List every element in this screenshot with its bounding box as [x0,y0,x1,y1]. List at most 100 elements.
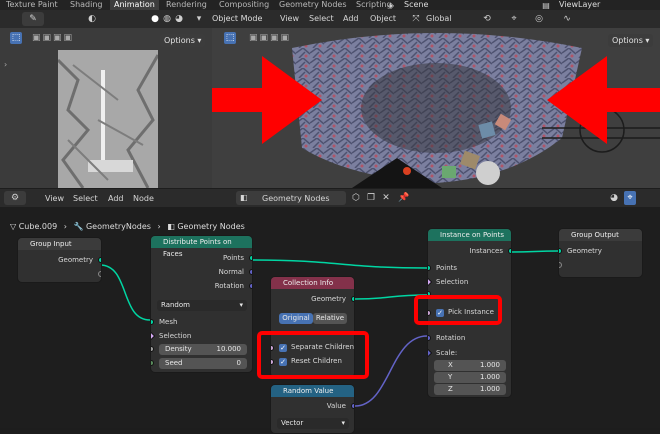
y-value: 1.000 [479,373,500,381]
falloff-icon[interactable]: ∿ [560,12,574,26]
geometry-input-socket[interactable] [559,248,562,254]
node-canvas[interactable]: ▽ Cube.009 › 🔧 GeometryNodes › ◧ Geometr… [0,207,660,434]
socket-label: Geometry [58,256,93,264]
3d-viewport[interactable]: ⬚ ▣▣▣▣ Options ▾ [212,28,660,188]
node-menu-select[interactable]: Select [73,194,98,203]
z-value: 1.000 [479,385,500,393]
node-tree-name: Geometry Nodes [262,194,330,203]
select-tool-icon[interactable]: ⬚ [10,32,22,44]
select-mode-icons[interactable]: ▣▣▣▣ [28,32,78,44]
tab-geometry-nodes[interactable]: Geometry Nodes [275,0,350,10]
chevron-right-icon[interactable]: › [4,60,10,70]
socket-label: Normal [218,268,244,276]
options-button[interactable]: Options ▾ [160,34,206,47]
shading-rendered-icon[interactable]: ◕ [174,12,184,26]
tab-shading[interactable]: Shading [66,0,107,10]
menu-object[interactable]: Object [370,14,396,23]
normal-socket[interactable] [249,269,252,275]
socket-label: Rotation [214,282,244,290]
pivot-icon[interactable]: ⟲ [480,12,494,26]
viewport-options-button[interactable]: Options ▾ [608,34,654,47]
node-menu-node[interactable]: Node [133,194,154,203]
selection-input-socket[interactable] [428,277,433,287]
node-distribute-points[interactable]: Distribute Points on Faces Points Normal… [150,235,253,373]
density-field[interactable]: Density 10.000 [159,344,247,355]
snap-toggle-icon[interactable]: ⌖ [624,191,636,205]
select-box-icon[interactable]: ⬚ [224,32,236,44]
socket-label: Geometry [311,295,346,303]
seed-field[interactable]: Seed 0 [159,358,247,369]
menu-view[interactable]: View [280,14,299,23]
node-group-output[interactable]: Group Output Geometry [558,228,643,278]
empty-input-socket[interactable] [559,262,562,268]
geometry-output-socket[interactable] [351,296,354,302]
x-label: X [448,361,453,369]
pin-icon[interactable]: 📌 [398,191,410,205]
z-label: Z [448,385,453,393]
view-layer-selector[interactable]: ViewLayer [555,0,604,10]
socket-label: Value [326,402,346,410]
node-header: Group Output [559,229,642,241]
scale-x-field[interactable]: X 1.000 [434,360,506,371]
node-header: Collection Info [271,277,354,289]
density-socket[interactable] [151,346,154,352]
node-menu-view[interactable]: View [45,194,64,203]
mode-dropdown[interactable]: Random ▾ [157,300,247,311]
editor-type-icon[interactable]: ✎ [22,12,44,26]
tab-animation[interactable]: Animation [110,0,159,10]
menu-add[interactable]: Add [343,14,359,23]
rotation-socket[interactable] [249,283,252,289]
shading-wire-icon[interactable]: ● [150,12,160,26]
viewport-options-label: Options [612,36,643,45]
overlay-icon[interactable]: ◕ [608,191,620,205]
tab-rendering[interactable]: Rendering [162,0,211,10]
scale-input-socket[interactable] [428,348,433,358]
scale-y-field[interactable]: Y 1.000 [434,372,506,383]
transform-orientation-icon: ⤧ [412,14,420,24]
workspace-bar: Texture Paint Shading Animation Renderin… [0,0,660,10]
shading-solid-icon[interactable]: ◐ [85,12,99,26]
points-socket[interactable] [249,255,252,261]
node-title: Collection Info [283,279,334,287]
rotation-input-socket[interactable] [428,335,431,341]
selection-socket[interactable] [151,331,156,341]
snap-icon[interactable]: ⌖ [507,12,521,26]
scene-selector[interactable]: Scene [400,0,432,10]
seed-socket[interactable] [151,360,154,366]
left-viewport[interactable]: ⬚ ▣▣▣▣ Options ▾ [0,28,212,189]
value-socket[interactable] [351,403,354,409]
menu-select[interactable]: Select [309,14,334,23]
node-header: Group Input [18,238,101,250]
mesh-socket[interactable] [151,319,154,325]
node-group-input[interactable]: Group Input Geometry [17,237,102,283]
node-random-value[interactable]: Random Value Value Vector ▾ [270,384,355,434]
viewport-mode-icons[interactable]: ▣▣▣▣ [242,32,298,44]
proportional-edit-icon[interactable]: ◎ [532,12,546,26]
relative-tab[interactable]: Relative [313,313,347,324]
node-tree-selector[interactable]: ◧ Geometry Nodes [236,191,346,205]
node-editor-header: ⚙ View Select Add Node ◧ Geometry Nodes … [0,189,660,207]
node-title: Group Input [30,240,72,248]
points-input-socket[interactable] [428,265,431,271]
orientation-selector[interactable]: Global [426,14,452,23]
original-tab[interactable]: Original [279,313,313,324]
chevron-down-icon[interactable]: ▾ [192,12,206,26]
empty-socket[interactable] [98,271,101,277]
scale-z-field[interactable]: Z 1.000 [434,384,506,395]
node-header: Random Value [271,385,354,397]
socket-label: Selection [436,278,469,286]
node-editor-type-icon[interactable]: ⚙ [4,191,26,205]
copy-icon[interactable]: ❐ [365,191,377,205]
node-menu-add[interactable]: Add [108,194,124,203]
instances-socket[interactable] [508,248,511,254]
type-dropdown[interactable]: Vector ▾ [277,418,349,429]
object-mode-selector[interactable]: Object Mode [212,14,262,23]
tab-texture-paint[interactable]: Texture Paint [2,0,62,10]
shading-material-icon[interactable]: ◍ [162,12,172,26]
left-editor-header: ✎ ◐ ● ◍ ◕ ▾ [0,10,212,28]
close-icon[interactable]: ✕ [380,191,392,205]
geometry-socket[interactable] [98,257,101,263]
shield-icon[interactable]: ⬡ [350,191,362,205]
highlight-box [257,331,369,379]
tab-compositing[interactable]: Compositing [215,0,273,10]
